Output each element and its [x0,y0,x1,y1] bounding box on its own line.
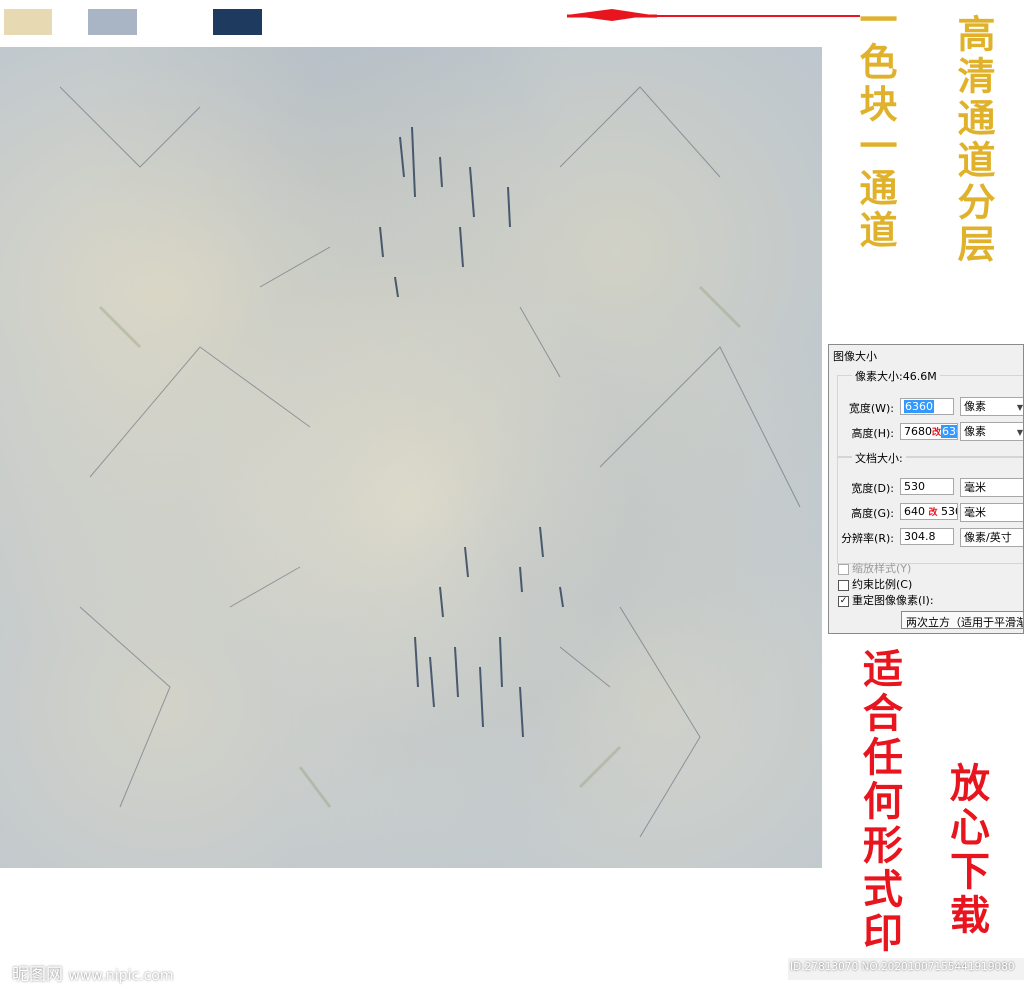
doc-width-label: 宽度(D): [851,482,894,495]
chevron-down-icon: ▼ [1016,428,1023,437]
resolution-label: 分辨率(R): [841,532,894,545]
document-size-group: 文档大小: 宽度(D): 530 毫米 高度(G): 640 改 530 毫米 … [837,450,1023,564]
resample-checkbox[interactable]: ✓ 重定图像像素(I): [838,592,934,608]
annotation-color-block: 一色块一通道 [853,0,898,252]
doc-width-field[interactable]: 530 [900,478,954,495]
doc-height-label: 高度(G): [851,507,894,520]
resolution-unit-select[interactable]: 像素/英寸 [960,528,1023,547]
height-unit-select[interactable]: 像素 ▼ [960,422,1023,441]
annotation-hd-layers: 高清通道分层 [951,14,996,266]
width-label: 宽度(W): [848,402,894,415]
color-swatch-grey-blue [88,9,137,35]
document-size-label: 文档大小: [852,450,906,466]
width-field[interactable]: 6360 [900,398,954,415]
resample-method-select[interactable]: 两次立方（适用于平滑渐变 [901,611,1023,629]
doc-height-unit-select[interactable]: 毫米 [960,503,1023,522]
dialog-title: 图像大小 [833,350,877,363]
annotation-print-any: 适合任何形式印 [856,648,903,956]
color-swatch-navy [213,9,262,35]
texture-artwork [0,47,822,868]
doc-height-field[interactable]: 640 改 530 [900,503,958,520]
image-size-dialog: 图像大小 像素大小:46.6M 宽度(W): 6360 像素 ▼ 高度(H): 7… [828,344,1024,634]
annotation-download: 放心下载 [943,762,990,938]
pixel-dimensions-group: 像素大小:46.6M 宽度(W): 6360 像素 ▼ 高度(H): 7680改6… [837,368,1023,457]
color-swatch-beige [4,9,52,35]
height-label: 高度(H): [851,427,894,440]
checkmark-icon: ✓ [838,595,849,607]
width-unit-select[interactable]: 像素 ▼ [960,397,1023,416]
doc-width-unit-select[interactable]: 毫米 [960,478,1023,497]
height-field[interactable]: 7680改6360 [900,423,958,440]
chevron-down-icon: ▼ [1016,403,1023,412]
arrow-left-icon [567,9,860,21]
nipic-logo: 昵图网 [12,965,63,985]
resolution-field[interactable]: 304.8 [900,528,954,545]
constrain-proportions-checkbox[interactable]: 约束比例(C) [838,576,912,592]
image-id-bar: ID:27813070 NO:20201007155441919080 [788,958,1024,980]
nipic-site: www.nipic.com [68,968,174,984]
scale-styles-checkbox[interactable]: 缩放样式(Y) [838,560,911,576]
nipic-watermark: 昵图网 www.nipic.com [12,960,174,985]
pixel-dimensions-label: 像素大小:46.6M [852,368,940,384]
